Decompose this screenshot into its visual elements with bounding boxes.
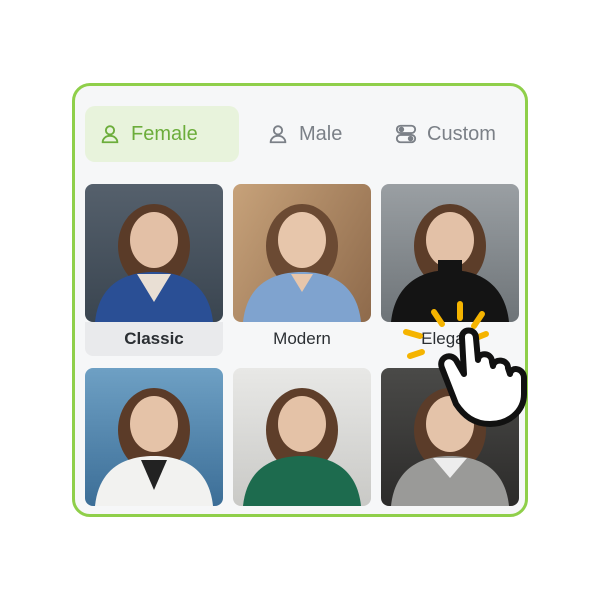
person-icon [269,125,287,144]
portrait-photo [85,368,223,506]
tab-label: Female [131,122,198,145]
style-label: Modern [273,329,331,348]
style-tile[interactable] [233,368,371,506]
toggle-icon [395,124,417,144]
style-tile-modern[interactable]: Modern [233,184,371,356]
tab-label: Custom [427,122,496,145]
person-icon [101,125,119,144]
tab-custom[interactable]: Custom [381,106,521,162]
portrait-photo [233,368,371,506]
gender-tabs: Female Male Custom [75,86,525,186]
style-tile-classic[interactable]: Classic [85,184,223,356]
portrait-photo [233,184,371,322]
style-label: Classic [85,322,223,356]
portrait-photo [85,184,223,322]
style-tile[interactable] [85,368,223,506]
tab-male[interactable]: Male [253,106,373,162]
tab-label: Male [299,122,343,145]
pointer-hand-icon [403,301,527,427]
tab-female[interactable]: Female [85,106,239,162]
